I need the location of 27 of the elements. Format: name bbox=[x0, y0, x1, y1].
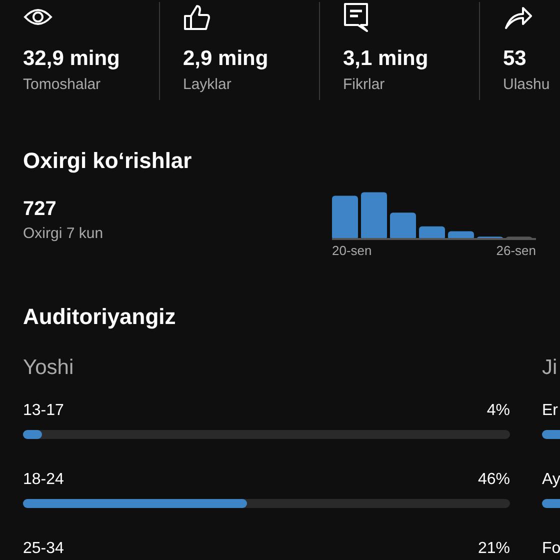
subsection-title: Yoshi bbox=[23, 356, 75, 380]
gender-label: Fo bbox=[542, 540, 560, 558]
gender-label: Ay bbox=[542, 471, 560, 489]
stat-value: 32,9 ming bbox=[23, 46, 121, 72]
gender-label: Er bbox=[542, 402, 558, 420]
stat-label: Fikrlar bbox=[343, 75, 386, 95]
age-range: 18-24 bbox=[23, 471, 64, 489]
percent-value: 46% bbox=[478, 471, 510, 489]
age-range: 13-17 bbox=[23, 402, 64, 420]
stat-value: 2,9 ming bbox=[183, 46, 270, 72]
stat-label: Tomoshalar bbox=[23, 75, 102, 95]
stat-label: Layklar bbox=[183, 75, 232, 95]
axis-label: 20-sen bbox=[332, 243, 372, 258]
section-title: Oxirgi ko‘rishlar bbox=[22, 147, 193, 174]
stat-label: Ulashu bbox=[503, 75, 551, 95]
stat-value: 53 bbox=[503, 46, 528, 72]
axis-label: 26-sen bbox=[496, 243, 536, 258]
stat-value: 3,1 ming bbox=[343, 46, 430, 72]
section-title: Auditoriyangiz bbox=[22, 303, 177, 330]
comment-icon bbox=[343, 2, 369, 32]
period-label: Oxirgi 7 kun bbox=[23, 224, 104, 244]
view-count: 727 bbox=[23, 198, 58, 221]
subsection-title: Ji bbox=[542, 356, 558, 380]
age-range: 25-34 bbox=[23, 540, 64, 558]
thumbs-up-icon bbox=[183, 2, 211, 32]
percent-value: 21% bbox=[478, 540, 510, 558]
percent-value: 4% bbox=[486, 402, 510, 420]
